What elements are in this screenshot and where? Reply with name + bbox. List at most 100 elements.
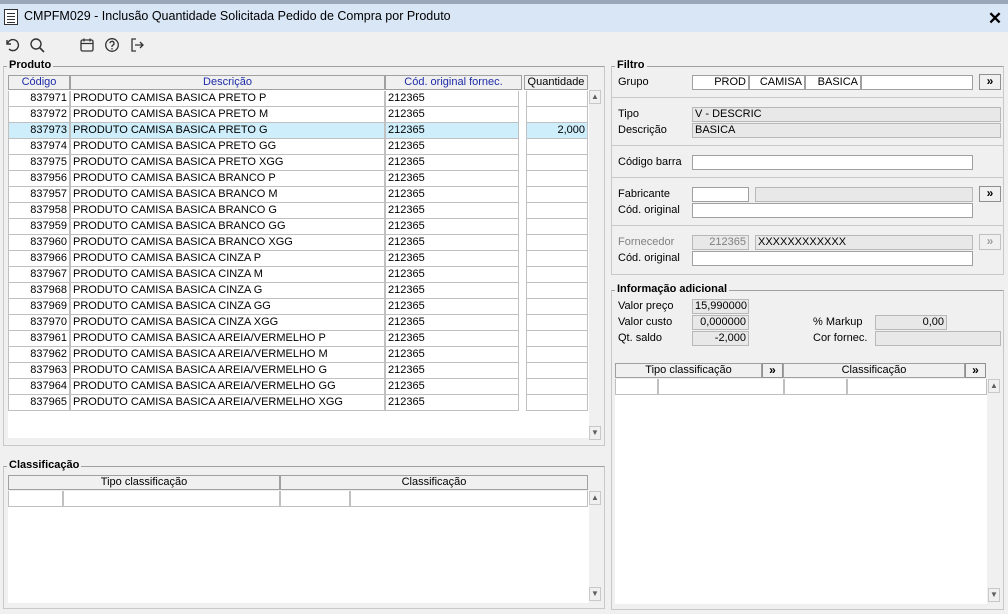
info-classificacao-scrollbar[interactable]: ▲ ▼ [988,379,1000,604]
valor-custo-field: 0,000000 [692,315,749,330]
cell-codigo: 837957 [8,187,70,203]
calendar-icon[interactable] [78,36,96,54]
cell-descricao: PRODUTO CAMISA BASICA PRETO G [70,123,385,139]
cell-quantidade[interactable] [526,283,588,299]
tipo-label: Tipo [618,108,639,120]
scroll-down-icon[interactable]: ▼ [589,426,601,440]
cell-quantidade[interactable] [526,219,588,235]
cell-quantidade[interactable] [526,315,588,331]
col-header-info-classificacao[interactable]: Classificação [783,363,965,378]
col-header-info-tipo-classificacao[interactable]: Tipo classificação [615,363,762,378]
cell-cod-original: 212365 [385,363,519,379]
cell-cod-original: 212365 [385,139,519,155]
close-window-button[interactable]: ✕ [986,10,1004,28]
classificacao-scrollbar[interactable]: ▲ ▼ [589,491,601,603]
title-bar: CMPFM029 - Inclusão Quantidade Solicitad… [0,0,1008,32]
produto-scrollbar[interactable]: ▲ ▼ [589,90,601,442]
cell-descricao: PRODUTO CAMISA BASICA BRANCO XGG [70,235,385,251]
cell-codigo: 837959 [8,219,70,235]
scroll-up-icon[interactable]: ▲ [988,379,1000,393]
cell-quantidade[interactable] [526,299,588,315]
cell-quantidade[interactable] [526,139,588,155]
help-icon[interactable] [103,36,121,54]
cell-quantidade[interactable] [526,235,588,251]
fornecedor-label: Fornecedor [618,236,675,248]
cell-quantidade[interactable] [526,363,588,379]
cell-codigo: 837958 [8,203,70,219]
valor-preco-field: 15,990000 [692,299,749,314]
cell-cod-original: 212365 [385,107,519,123]
grupo-more-button[interactable]: » [979,74,1001,90]
cor-fornec-field [875,331,1001,346]
cell-quantidade[interactable] [526,267,588,283]
cell-quantidade[interactable] [526,347,588,363]
info-class-more-button[interactable]: » [965,363,986,378]
cor-fornec-label: Cor fornec. [813,332,868,344]
cell-quantidade[interactable]: 2,000 [526,123,588,139]
cell-descricao: PRODUTO CAMISA BASICA AREIA/VERMELHO GG [70,379,385,395]
col-header-descricao[interactable]: Descrição [70,75,385,90]
descricao-field: BASICA [692,123,1001,138]
cell-codigo: 837967 [8,267,70,283]
cell-descricao: PRODUTO CAMISA BASICA BRANCO G [70,203,385,219]
scroll-up-icon[interactable]: ▲ [589,90,601,104]
forn-cod-original-label: Cód. original [618,252,680,264]
grupo-field-2[interactable]: CAMISA [749,75,805,90]
cell-codigo: 837971 [8,91,70,107]
cell-cod-original: 212365 [385,219,519,235]
col-header-codigo[interactable]: Código [8,75,70,90]
info-tipo-more-button[interactable]: » [762,363,783,378]
cell-descricao: PRODUTO CAMISA BASICA AREIA/VERMELHO XGG [70,395,385,411]
cell-quantidade[interactable] [526,171,588,187]
forn-cod-original-input[interactable] [692,251,973,266]
col-header-classificacao[interactable]: Classificação [280,475,588,490]
exit-icon[interactable] [128,36,146,54]
grupo-field-3[interactable]: BASICA [805,75,861,90]
cell-codigo: 837968 [8,283,70,299]
cell-descricao: PRODUTO CAMISA BASICA AREIA/VERMELHO G [70,363,385,379]
fabricante-label: Fabricante [618,188,670,200]
fabricante-code-input[interactable] [692,187,749,202]
cell-descricao: PRODUTO CAMISA BASICA BRANCO M [70,187,385,203]
fornecedor-name-field: XXXXXXXXXXXX [755,235,973,250]
fab-cod-original-input[interactable] [692,203,973,218]
cell-codigo: 837956 [8,171,70,187]
cell-cod-original: 212365 [385,315,519,331]
cell-cod-original: 212365 [385,379,519,395]
cell-cod-original: 212365 [385,299,519,315]
col-header-tipo-classificacao[interactable]: Tipo classificação [8,475,280,490]
cell-quantidade[interactable] [526,331,588,347]
cell-quantidade[interactable] [526,379,588,395]
cell-descricao: PRODUTO CAMISA BASICA PRETO M [70,107,385,123]
valor-custo-label: Valor custo [618,316,673,328]
cell-quantidade[interactable] [526,91,588,107]
cell-quantidade[interactable] [526,107,588,123]
grupo-field-4[interactable] [861,75,973,90]
cell-cod-original: 212365 [385,347,519,363]
undo-icon[interactable] [3,36,21,54]
fabricante-more-button[interactable]: » [979,186,1001,202]
cell-cod-original: 212365 [385,251,519,267]
grupo-field-1[interactable]: PROD [692,75,749,90]
grupo-label: Grupo [618,76,649,88]
cell-quantidade[interactable] [526,187,588,203]
scroll-down-icon[interactable]: ▼ [988,588,1000,602]
codigo-barra-input[interactable] [692,155,973,170]
search-icon[interactable] [28,36,46,54]
cell-quantidade[interactable] [526,203,588,219]
cell-quantidade[interactable] [526,395,588,411]
markup-field: 0,00 [875,315,947,330]
cell-descricao: PRODUTO CAMISA BASICA BRANCO P [70,171,385,187]
cell-quantidade[interactable] [526,155,588,171]
scroll-down-icon[interactable]: ▼ [589,587,601,601]
cell-descricao: PRODUTO CAMISA BASICA CINZA XGG [70,315,385,331]
cell-cod-original: 212365 [385,123,519,139]
cell-codigo: 837975 [8,155,70,171]
cell-quantidade[interactable] [526,251,588,267]
col-header-cod-original[interactable]: Cód. original fornec. [385,75,522,90]
cell-codigo: 837974 [8,139,70,155]
col-header-quantidade[interactable]: Quantidade [524,75,588,90]
cell-descricao: PRODUTO CAMISA BASICA AREIA/VERMELHO M [70,347,385,363]
info-classificacao-grid-area [615,379,987,604]
scroll-up-icon[interactable]: ▲ [589,491,601,505]
